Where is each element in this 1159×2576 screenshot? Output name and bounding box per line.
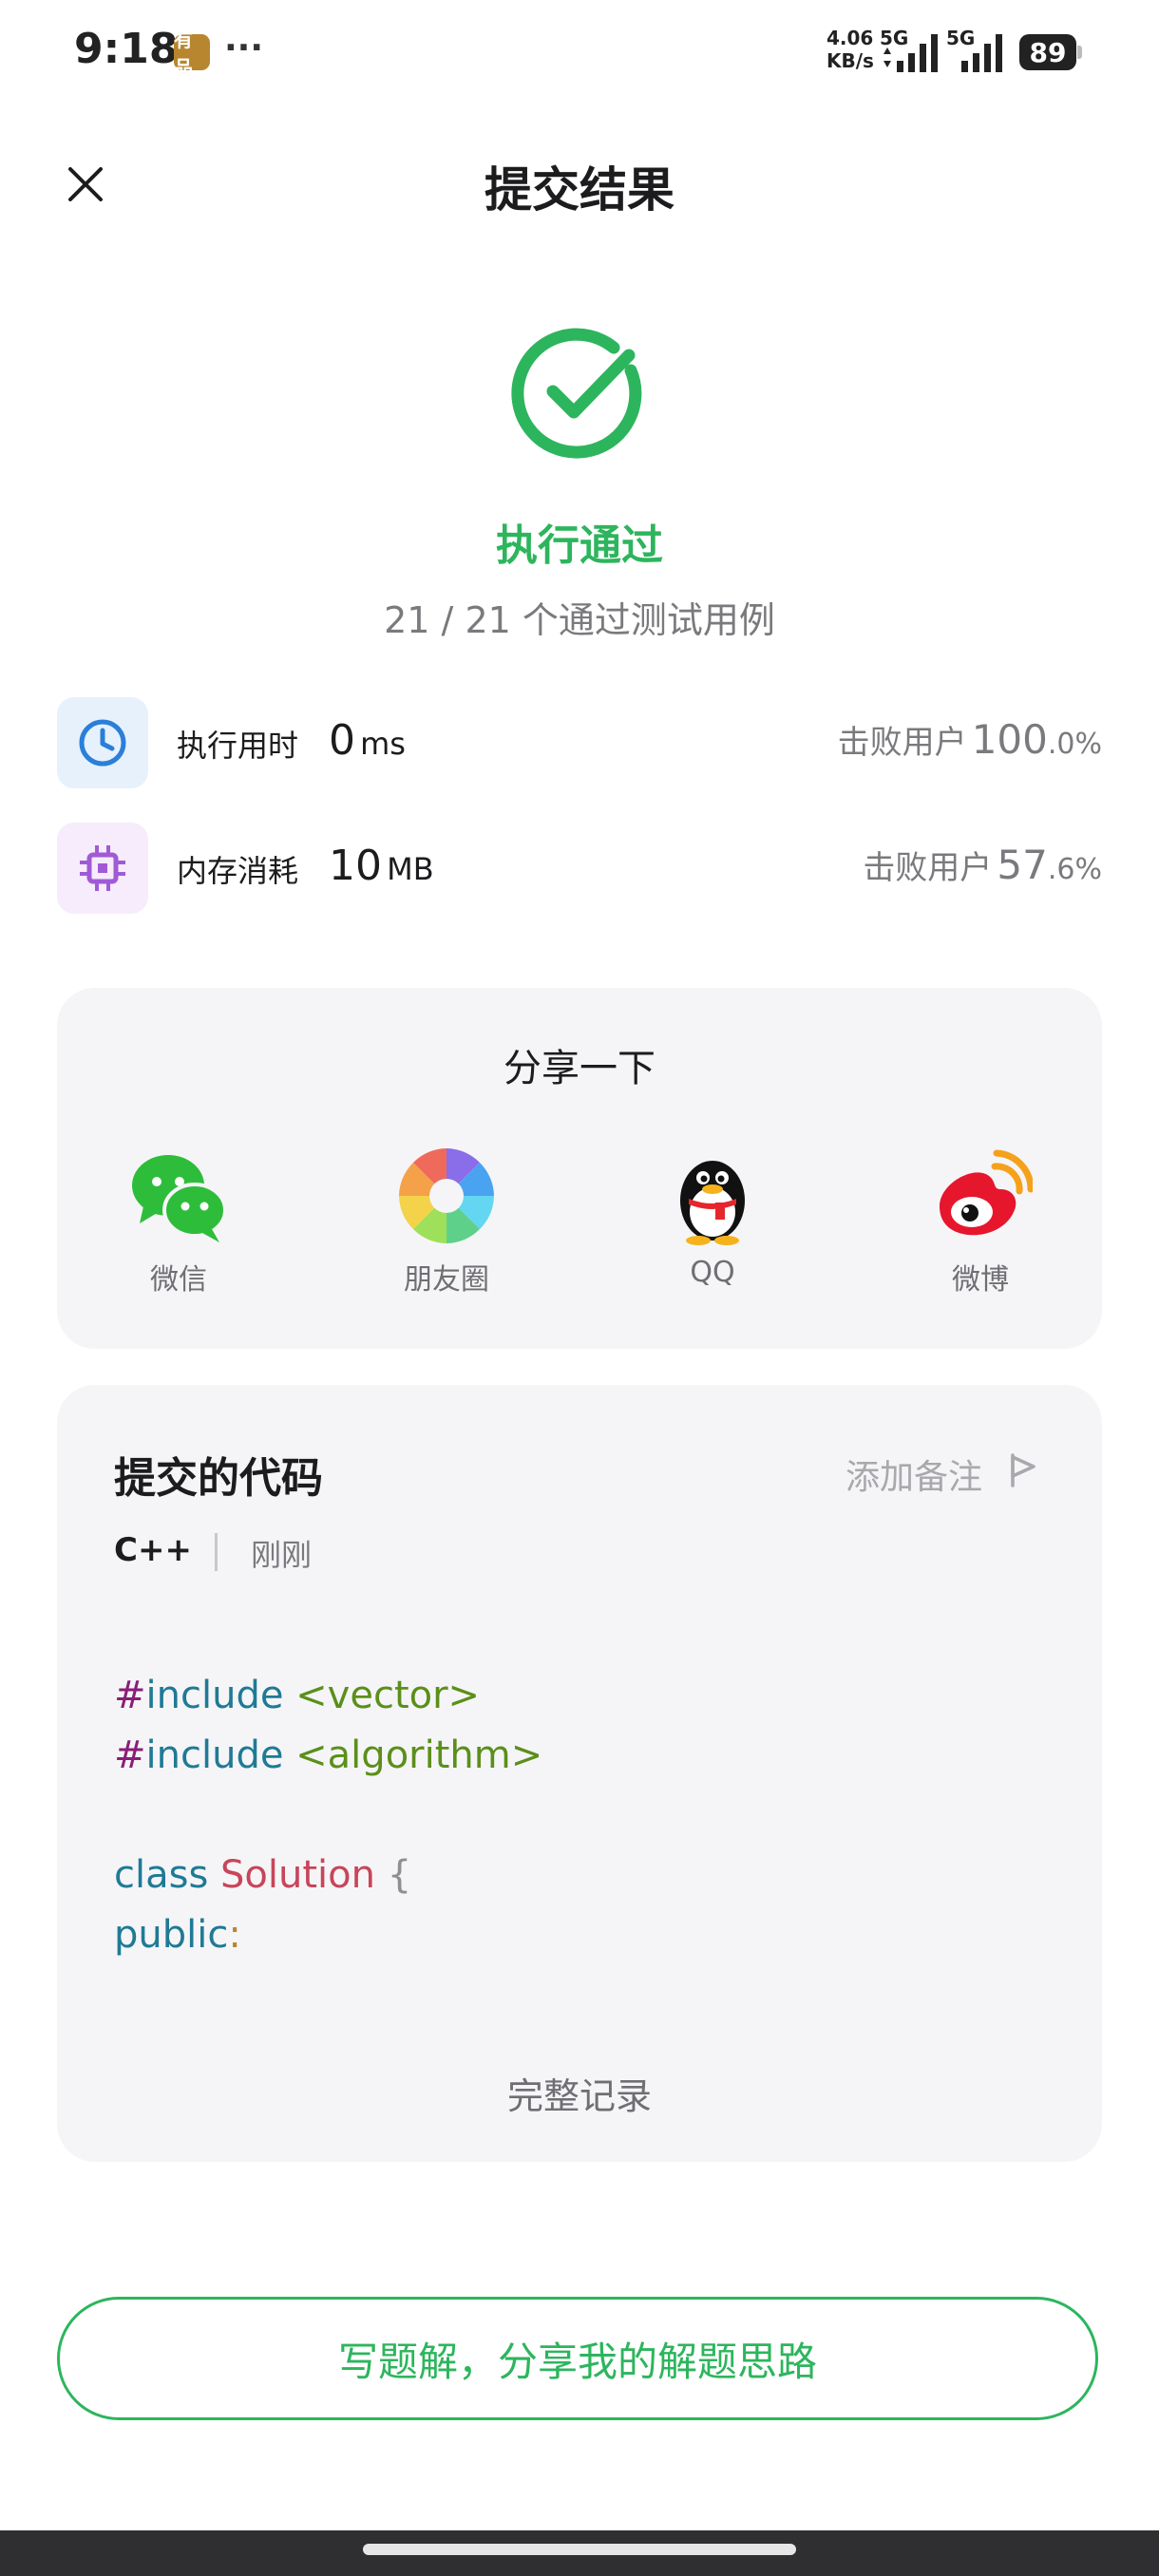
runtime-beat-label: 击败用户: [837, 724, 967, 762]
runtime-beat-percent: 100: [971, 716, 1048, 763]
runtime-value: 0: [329, 716, 355, 765]
memory-value-group: 10 MB: [329, 842, 434, 890]
share-moments[interactable]: 朋友圈: [352, 1144, 542, 1297]
write-solution-button[interactable]: 写题解，分享我的解题思路: [57, 2297, 1098, 2420]
code-submit-time: 刚刚: [251, 1537, 313, 1573]
share-label-wechat: 微信: [150, 1263, 207, 1297]
share-label-qq: QQ: [690, 1256, 735, 1289]
home-gesture-handle[interactable]: [363, 2544, 796, 2555]
check-circle-icon: [511, 328, 642, 459]
battery-tip: [1077, 46, 1082, 59]
code-line-4: class Solution {: [114, 1853, 412, 1897]
flag-icon[interactable]: [1007, 1451, 1039, 1489]
runtime-label: 执行用时: [177, 728, 299, 764]
network-speed-value: 4.06: [826, 27, 874, 49]
code-title: 提交的代码: [114, 1454, 323, 1503]
share-qq[interactable]: QQ: [618, 1144, 808, 1289]
qq-icon: [680, 1161, 745, 1245]
share-label-weibo: 微博: [952, 1263, 1009, 1297]
app-badge-icon: 有品: [174, 28, 210, 79]
code-line-5: public:: [114, 1913, 241, 1957]
memory-beat-percent: 57: [997, 842, 1048, 888]
result-status: 执行通过: [496, 521, 663, 570]
memory-value: 10: [329, 842, 382, 890]
signal-strength-icon-1: [897, 34, 938, 72]
runtime-beat-decimal: .0%: [1047, 728, 1102, 761]
network-speed: 4.06 KB/s: [826, 27, 874, 72]
status-time: 9:18: [74, 25, 179, 73]
runtime-beat: 击败用户 100.0%: [838, 716, 1102, 763]
page-title: 提交结果: [484, 162, 674, 218]
code-language: C++: [114, 1531, 192, 1569]
data-arrows-icon: [884, 47, 891, 67]
code-block: #include <vector> #include <algorithm> cl…: [114, 1666, 542, 1965]
test-cases-passed: 21 / 21 个通过测试用例: [384, 599, 775, 641]
clock-icon: [57, 697, 148, 788]
memory-beat-decimal: .6%: [1047, 853, 1102, 886]
moments-icon: [399, 1148, 494, 1243]
memory-beat-label: 击败用户: [863, 849, 993, 887]
weibo-icon: [940, 1149, 1033, 1236]
wechat-icon: [132, 1155, 227, 1242]
battery-icon: 89: [1019, 34, 1076, 70]
status-more-icon: ···: [224, 28, 264, 67]
signal-strength-icon-2: [961, 34, 1002, 72]
share-title: 分享一下: [504, 1047, 656, 1090]
code-line-2: #include <algorithm>: [114, 1733, 543, 1777]
share-weibo[interactable]: 微博: [885, 1144, 1075, 1297]
runtime-value-group: 0 ms: [329, 716, 406, 765]
memory-label: 内存消耗: [177, 853, 299, 889]
code-line-1: #include <vector>: [114, 1674, 481, 1717]
runtime-unit: ms: [360, 726, 406, 762]
share-label-moments: 朋友圈: [404, 1263, 489, 1297]
share-wechat[interactable]: 微信: [84, 1144, 274, 1297]
memory-beat: 击败用户 57.6%: [863, 842, 1102, 888]
add-note-button[interactable]: 添加备注: [846, 1449, 982, 1499]
code-meta-divider: [215, 1533, 218, 1571]
memory-unit: MB: [387, 851, 434, 887]
full-record-link[interactable]: 完整记录: [57, 2067, 1102, 2119]
network-speed-unit: KB/s: [826, 49, 874, 72]
chip-icon: [57, 823, 148, 914]
close-icon[interactable]: [61, 160, 110, 209]
